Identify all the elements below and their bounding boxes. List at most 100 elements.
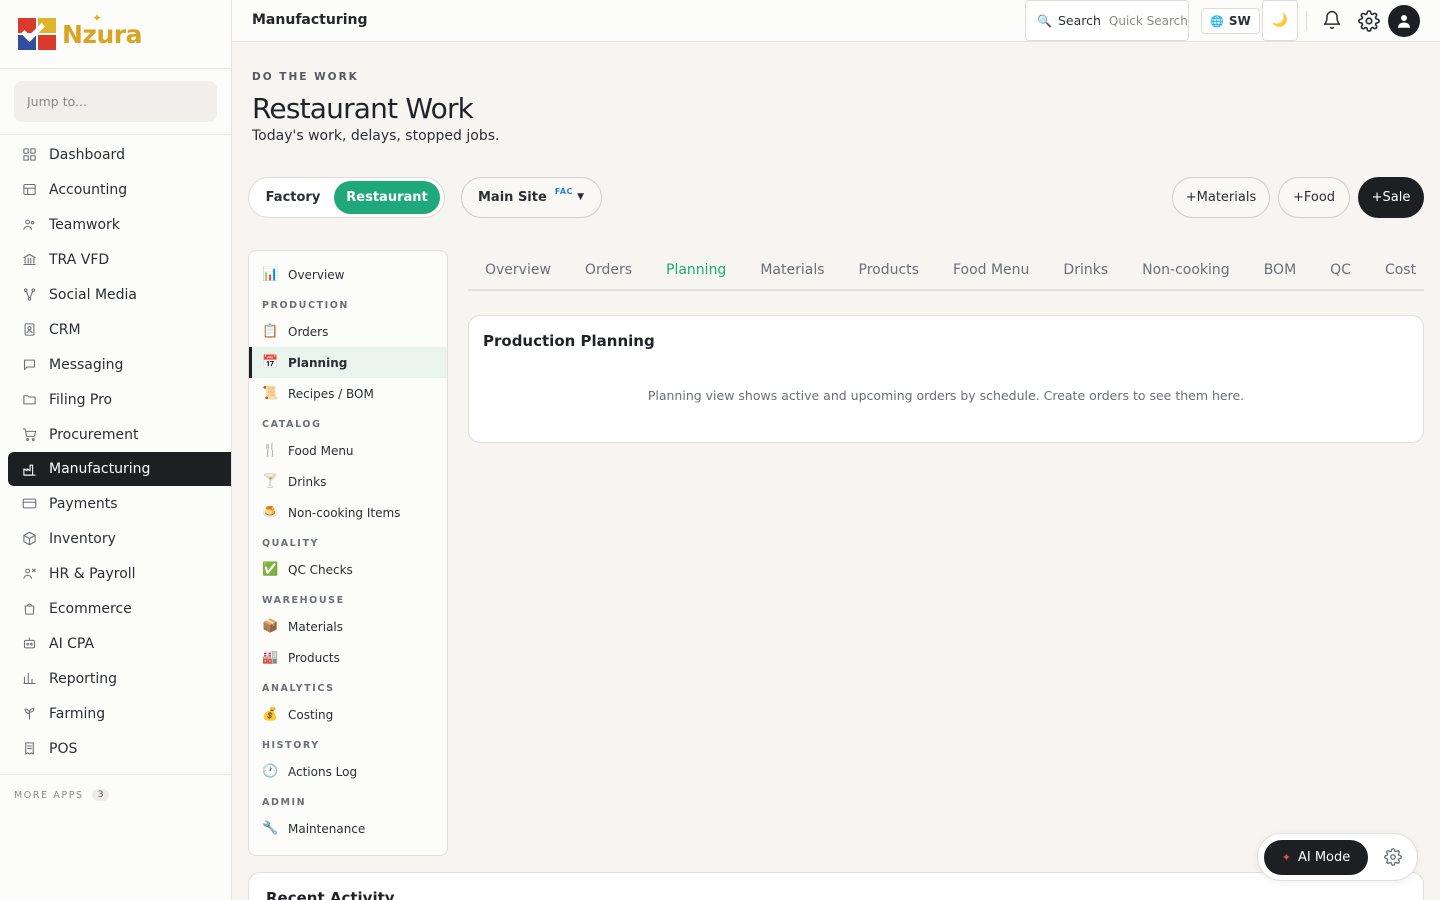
tab-bom[interactable]: BOM xyxy=(1247,250,1313,289)
subnav-item-label: Materials xyxy=(288,619,344,634)
subnav-item-label: Non-cooking Items xyxy=(288,505,401,520)
language-button[interactable]: 🌐 SW xyxy=(1201,8,1260,34)
tab-non-cooking[interactable]: Non-cooking xyxy=(1125,250,1247,289)
subnav-item-icon: 🏭 xyxy=(262,650,279,665)
tab-cost[interactable]: Cost xyxy=(1368,250,1433,289)
sidebar-item-social-media[interactable]: Social Media xyxy=(0,277,231,312)
sidebar-item-label: Social Media xyxy=(49,286,138,303)
sidebar-item-farming[interactable]: Farming xyxy=(0,696,231,731)
user-avatar[interactable] xyxy=(1388,5,1420,37)
logo-star-icon: ✦ xyxy=(92,10,102,25)
tab-orders[interactable]: Orders xyxy=(568,250,649,289)
subnav-item-qc-checks[interactable]: ✅ QC Checks xyxy=(249,554,447,585)
subnav-item-label: Actions Log xyxy=(288,764,358,779)
moon-icon: 🌙 xyxy=(1271,13,1289,28)
jump-to-input[interactable] xyxy=(14,81,217,122)
notifications-bell-icon[interactable] xyxy=(1322,10,1342,32)
subnav-item-food-menu[interactable]: 🍴 Food Menu xyxy=(249,435,447,466)
sidebar-item-ecommerce[interactable]: Ecommerce xyxy=(0,591,231,626)
tab-drinks[interactable]: Drinks xyxy=(1046,250,1125,289)
sidebar-item-label: Farming xyxy=(49,705,106,722)
subnav-item-orders[interactable]: 📋 Orders xyxy=(249,316,447,347)
sidebar-item-payments[interactable]: Payments xyxy=(0,486,231,521)
subnav-item-planning[interactable]: 📅 Planning xyxy=(249,347,447,378)
subnav-item-icon: 📦 xyxy=(262,619,279,634)
subnav-item-label: Orders xyxy=(288,324,329,339)
brand-logo[interactable]: Nzura ✦ xyxy=(0,0,231,69)
sidebar-item-accounting[interactable]: Accounting xyxy=(0,172,231,207)
bank-icon xyxy=(21,252,37,268)
add-sale-button[interactable]: +Sale xyxy=(1358,177,1424,218)
tab-overview[interactable]: Overview xyxy=(468,250,568,289)
sidebar-item-manufacturing[interactable]: Manufacturing xyxy=(8,452,231,486)
sidebar-item-label: Teamwork xyxy=(49,216,120,233)
search-button[interactable]: 🔍 Search Quick Search xyxy=(1025,0,1189,41)
tab-qc[interactable]: QC xyxy=(1313,250,1368,289)
subnav-section-heading: ADMIN xyxy=(262,797,307,808)
sidebar-item-dashboard[interactable]: Dashboard xyxy=(0,137,231,172)
subnav-section-heading: CATALOG xyxy=(262,419,322,430)
subnav-item-recipes-bom[interactable]: 📜 Recipes / BOM xyxy=(249,378,447,409)
sidebar-item-label: HR & Payroll xyxy=(49,565,136,582)
ai-mode-button[interactable]: ✦ AI Mode xyxy=(1264,840,1368,875)
sidebar-item-teamwork[interactable]: Teamwork xyxy=(0,207,231,242)
sidebar-item-label: Inventory xyxy=(49,530,116,547)
subnav-item-label: QC Checks xyxy=(288,562,353,577)
sidebar-item-label: Filing Pro xyxy=(49,391,113,408)
add-materials-button[interactable]: +Materials xyxy=(1172,177,1270,218)
subnav-item-costing[interactable]: 💰 Costing xyxy=(249,699,447,730)
ai-settings-gear-icon[interactable] xyxy=(1384,848,1404,868)
subnav-item-label: Food Menu xyxy=(288,443,354,458)
subnav-item-non-cooking-items[interactable]: 🍮 Non-cooking Items xyxy=(249,497,447,528)
production-planning-panel: Production Planning Planning view shows … xyxy=(468,315,1424,443)
recent-activity-title: Recent Activity xyxy=(266,889,395,900)
site-select[interactable]: Main Site FAC ▼ xyxy=(461,177,602,218)
sidebar-item-messaging[interactable]: Messaging xyxy=(0,347,231,382)
subnav-section-heading: PRODUCTION xyxy=(262,300,349,311)
subnav-item-drinks[interactable]: 🍸 Drinks xyxy=(249,466,447,497)
top-bar: Manufacturing 🔍 Search Quick Search 🌐 SW… xyxy=(232,0,1440,42)
box-icon xyxy=(21,531,37,547)
subnav-item-overview[interactable]: 📊 Overview xyxy=(249,259,447,290)
tab-planning[interactable]: Planning xyxy=(649,250,743,289)
sidebar-item-hr-payroll[interactable]: HR & Payroll xyxy=(0,556,231,591)
tab-products[interactable]: Products xyxy=(842,250,936,289)
sidebar-item-pos[interactable]: POS xyxy=(0,731,231,766)
chart-icon xyxy=(21,671,37,687)
subnav-item-materials[interactable]: 📦 Materials xyxy=(249,611,447,642)
mode-restaurant-button[interactable]: Restaurant xyxy=(334,181,440,214)
subnav-item-icon: ✅ xyxy=(262,562,279,577)
subnav-item-icon: 📋 xyxy=(262,324,279,339)
subnav-item-maintenance[interactable]: 🔧 Maintenance xyxy=(249,813,447,844)
mode-factory-button[interactable]: Factory xyxy=(252,181,334,214)
sidebar-item-label: Dashboard xyxy=(49,146,125,163)
tab-materials[interactable]: Materials xyxy=(743,250,841,289)
settings-gear-icon[interactable] xyxy=(1358,10,1380,32)
contact-icon xyxy=(21,322,37,338)
tab-food-menu[interactable]: Food Menu xyxy=(936,250,1046,289)
sidebar-item-procurement[interactable]: Procurement xyxy=(0,417,231,452)
sidebar-item-filing-pro[interactable]: Filing Pro xyxy=(0,382,231,417)
sidebar-item-reporting[interactable]: Reporting xyxy=(0,661,231,696)
add-food-button[interactable]: +Food xyxy=(1278,177,1350,218)
subnav-item-label: Costing xyxy=(288,707,334,722)
sidebar-item-ai-cpa[interactable]: AI CPA xyxy=(0,626,231,661)
logo-text: Nzura ✦ xyxy=(62,10,142,49)
search-hint: Quick Search xyxy=(1108,13,1188,28)
topbar-title: Manufacturing xyxy=(252,12,368,28)
sidebar-item-label: Accounting xyxy=(49,181,128,198)
search-icon: 🔍 xyxy=(1037,13,1052,28)
sidebar-item-label: Messaging xyxy=(49,356,124,373)
subnav-item-actions-log[interactable]: 🕐 Actions Log xyxy=(249,756,447,787)
search-label: Search xyxy=(1057,13,1101,28)
sidebar-item-inventory[interactable]: Inventory xyxy=(0,521,231,556)
theme-toggle-button[interactable]: 🌙 xyxy=(1262,0,1298,41)
subnav-item-icon: 🔧 xyxy=(262,821,279,836)
panel-title: Production Planning xyxy=(483,332,655,350)
sidebar-item-tra-vfd[interactable]: TRA VFD xyxy=(0,242,231,277)
more-apps-count-badge: 3 xyxy=(91,789,110,801)
subnav-item-products[interactable]: 🏭 Products xyxy=(249,642,447,673)
more-apps[interactable]: MORE APPS 3 xyxy=(14,789,110,801)
sidebar-item-label: CRM xyxy=(49,321,81,338)
sidebar-item-crm[interactable]: CRM xyxy=(0,312,231,347)
